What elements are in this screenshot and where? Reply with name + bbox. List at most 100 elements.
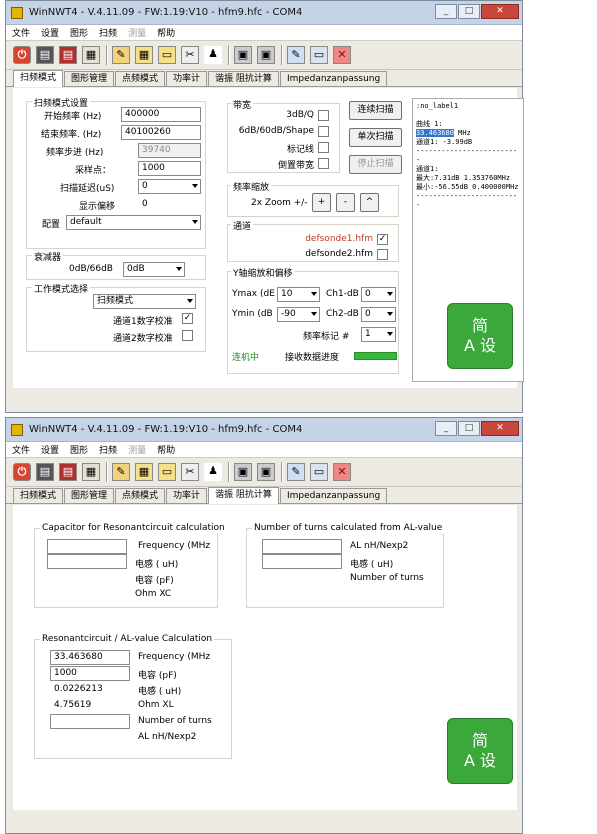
save-icon[interactable]: ▭: [310, 46, 328, 64]
pencil-icon[interactable]: ✎: [287, 463, 305, 481]
delete-icon[interactable]: ✕: [333, 463, 351, 481]
menu-file[interactable]: 文件: [12, 26, 30, 39]
work-mode-select[interactable]: 扫频模式: [93, 294, 196, 309]
tab-graph-manage[interactable]: 图形管理: [64, 71, 115, 86]
print-color-icon[interactable]: ▤: [59, 46, 77, 64]
stop-sweep-button[interactable]: 停止扫描: [349, 155, 402, 174]
config-select[interactable]: default: [66, 215, 201, 230]
minimize-button[interactable]: _: [435, 4, 457, 19]
zoom-minus-button[interactable]: -: [336, 193, 355, 212]
ch1-calib-checkbox[interactable]: ✓: [182, 313, 193, 324]
tab-power-meter[interactable]: 功率计: [166, 71, 208, 86]
tools-icon[interactable]: ✎: [112, 46, 130, 64]
zoom-plus-button[interactable]: +: [312, 193, 331, 212]
tab-sweep-mode[interactable]: 扫频模式: [13, 70, 64, 87]
freq-marker-select[interactable]: 1: [361, 327, 396, 342]
save-icon[interactable]: ▭: [310, 463, 328, 481]
note-icon[interactable]: ▭: [158, 463, 176, 481]
tab-resonance-calc[interactable]: 谐振 阻抗计算: [208, 487, 279, 504]
image2-icon[interactable]: ▣: [257, 46, 275, 64]
menu-help[interactable]: 帮助: [157, 26, 175, 39]
calculator-icon[interactable]: ▦: [82, 46, 100, 64]
delete-icon[interactable]: ✕: [333, 46, 351, 64]
menu-sweep[interactable]: 扫频: [99, 26, 117, 39]
zoom-center-button[interactable]: ^: [360, 193, 379, 212]
pencil-icon[interactable]: ✎: [287, 46, 305, 64]
ymax-select[interactable]: 10: [277, 287, 320, 302]
printer-icon[interactable]: ▤: [36, 46, 54, 64]
menu-graphics[interactable]: 图形: [70, 443, 88, 456]
res-freq-input[interactable]: 33.463680: [50, 650, 130, 665]
image-icon[interactable]: ▣: [234, 463, 252, 481]
menu-graphics[interactable]: 图形: [70, 26, 88, 39]
penguin-icon[interactable]: ♟: [204, 46, 222, 64]
res-turns-input[interactable]: [50, 714, 130, 729]
single-sweep-button[interactable]: 单次扫描: [349, 128, 402, 147]
log-line: 通道1: -3.99dB: [416, 138, 473, 146]
power-icon[interactable]: ⏻: [13, 463, 31, 481]
tab-spot-freq[interactable]: 点频模式: [115, 488, 166, 503]
channel2-checkbox[interactable]: [377, 249, 388, 260]
penguin-icon[interactable]: ♟: [204, 463, 222, 481]
print-color-icon[interactable]: ▤: [59, 463, 77, 481]
bandwidth-label: 带宽: [231, 98, 254, 111]
menu-measure[interactable]: 测量: [128, 26, 146, 39]
bw-marker-checkbox[interactable]: [318, 142, 329, 153]
tab-power-meter[interactable]: 功率计: [166, 488, 208, 503]
maximize-button[interactable]: □: [458, 421, 480, 436]
attenuator-select[interactable]: 0dB: [123, 262, 185, 277]
title-bar[interactable]: WinNWT4 - V.4.11.09 - FW:1.19:V10 - hfm9…: [6, 418, 522, 442]
printer-icon[interactable]: ▤: [36, 463, 54, 481]
menu-measure[interactable]: 测量: [128, 443, 146, 456]
menu-help[interactable]: 帮助: [157, 443, 175, 456]
minimize-button[interactable]: _: [435, 421, 457, 436]
step-label: 频率步进 (Hz): [46, 148, 104, 158]
menu-settings[interactable]: 设置: [41, 443, 59, 456]
ch2-calib-checkbox[interactable]: [182, 330, 193, 341]
bw-invert-checkbox[interactable]: [318, 158, 329, 169]
close-button[interactable]: ✕: [481, 421, 519, 436]
image2-icon[interactable]: ▣: [257, 463, 275, 481]
cap-inductance-input[interactable]: [47, 554, 127, 569]
channel1-checkbox[interactable]: ✓: [377, 234, 388, 245]
menu-sweep[interactable]: 扫频: [99, 443, 117, 456]
turns-inductance-input[interactable]: [262, 554, 342, 569]
menu-file[interactable]: 文件: [12, 443, 30, 456]
close-button[interactable]: ✕: [481, 4, 519, 19]
samples-input[interactable]: 1000: [138, 161, 201, 176]
tab-resonance-calc[interactable]: 谐振 阻抗计算: [208, 71, 279, 86]
tab-graph-manage[interactable]: 图形管理: [64, 488, 115, 503]
menu-settings[interactable]: 设置: [41, 26, 59, 39]
continuous-sweep-button[interactable]: 连续扫描: [349, 101, 402, 120]
ch1-db-select[interactable]: 0: [361, 287, 396, 302]
start-freq-input[interactable]: 400000: [121, 107, 201, 122]
tools-icon[interactable]: ✎: [112, 463, 130, 481]
res-cap-input[interactable]: 1000: [50, 666, 130, 681]
ch2-db-select[interactable]: 0: [361, 307, 396, 322]
bw-3db-checkbox[interactable]: [318, 110, 329, 121]
tab-impedance-match[interactable]: Impedanzanpassung: [279, 71, 388, 86]
end-freq-input[interactable]: 40100260: [121, 125, 201, 140]
bw-6db-checkbox[interactable]: [318, 126, 329, 137]
cap-freq-input[interactable]: [47, 539, 127, 554]
grid-icon[interactable]: ▦: [135, 463, 153, 481]
grid-icon[interactable]: ▦: [135, 46, 153, 64]
note-icon[interactable]: ▭: [158, 46, 176, 64]
res-cap-label: 电容 (pF): [138, 671, 177, 681]
title-bar[interactable]: WinNWT4 - V.4.11.09 - FW:1.19:V10 - hfm9…: [6, 1, 522, 25]
sweep-settings-label: 扫频模式设置: [32, 96, 91, 109]
display-offset-input[interactable]: 0: [138, 197, 201, 212]
delay-select[interactable]: 0: [138, 179, 201, 194]
maximize-button[interactable]: □: [458, 4, 480, 19]
ymin-select[interactable]: -90: [277, 307, 320, 322]
calculator-icon[interactable]: ▦: [82, 463, 100, 481]
image-icon[interactable]: ▣: [234, 46, 252, 64]
al-value-input[interactable]: [262, 539, 342, 554]
tab-impedance-match[interactable]: Impedanzanpassung: [279, 488, 388, 503]
tools-red-icon[interactable]: ✂: [181, 46, 199, 64]
ch1-db-label: Ch1-dB: [326, 289, 359, 299]
tab-spot-freq[interactable]: 点频模式: [115, 71, 166, 86]
tools-red-icon[interactable]: ✂: [181, 463, 199, 481]
power-icon[interactable]: ⏻: [13, 46, 31, 64]
tab-sweep-mode[interactable]: 扫频模式: [13, 488, 64, 503]
